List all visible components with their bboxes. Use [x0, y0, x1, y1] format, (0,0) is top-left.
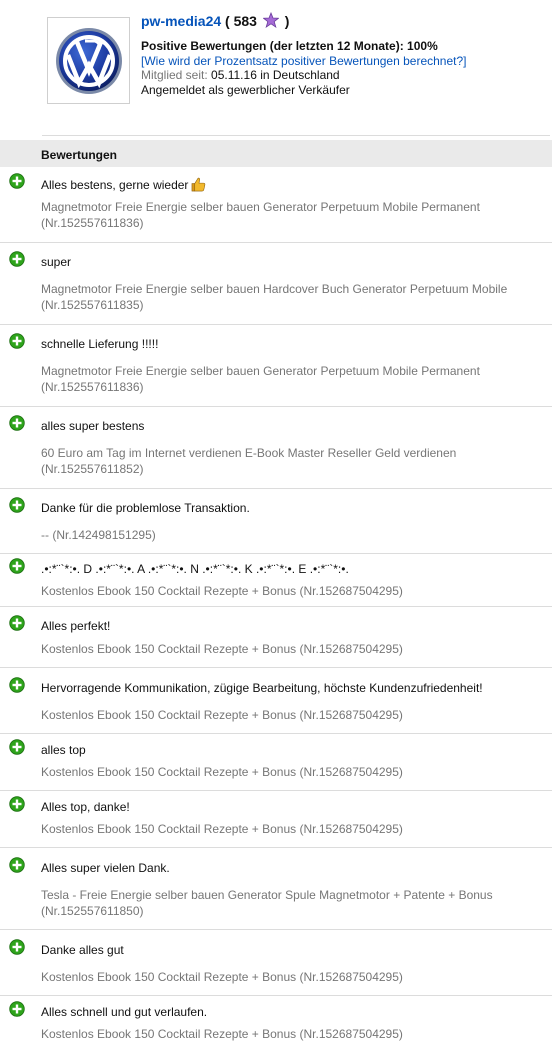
feedback-comment: Alles super vielen Dank.	[41, 861, 170, 876]
positive-rating-text: Positive Bewertungen (der letzten 12 Mon…	[141, 39, 438, 53]
feedback-comment-text: Alles perfekt!	[41, 619, 111, 633]
feedback-comment: .•:*¨`*:•. D .•:*¨`*:•. A .•:*¨`*:•. N .…	[41, 562, 349, 577]
feedback-item-title: Kostenlos Ebook 150 Cocktail Rezepte + B…	[41, 584, 403, 598]
feedback-row: Alles perfekt! Kostenlos Ebook 150 Cockta…	[0, 607, 552, 668]
calculation-help-link[interactable]: [Wie wird der Prozentsatz positiver Bewe…	[141, 54, 541, 68]
feedback-comment: Alles bestens, gerne wieder	[41, 177, 206, 193]
member-since-label: Mitglied seit:	[141, 68, 208, 82]
feedback-row: super Magnetmotor Freie Energie selber ba…	[0, 243, 552, 325]
positive-plus-icon	[9, 415, 25, 431]
feedback-item-title: Tesla - Freie Energie selber bauen Gener…	[41, 888, 493, 918]
feedback-row: Alles super vielen Dank. Tesla - Freie En…	[0, 848, 552, 930]
feedback-item-title: Kostenlos Ebook 150 Cocktail Rezepte + B…	[41, 822, 403, 836]
seller-info: pw-media24 ( 583 ) Positive Bewertungen …	[141, 12, 541, 98]
positive-plus-icon	[9, 497, 25, 513]
positive-plus-icon	[9, 796, 25, 812]
positive-plus-icon	[9, 1001, 25, 1017]
feedback-item-title: Kostenlos Ebook 150 Cocktail Rezepte + B…	[41, 1027, 403, 1041]
feedback-item-title: Kostenlos Ebook 150 Cocktail Rezepte + B…	[41, 970, 403, 984]
feedback-comment-text: Danke für die problemlose Transaktion.	[41, 501, 250, 515]
feedback-comment-text: Alles super vielen Dank.	[41, 861, 170, 875]
feedback-comment-text: Danke alles gut	[41, 943, 124, 957]
feedback-comment: alles top	[41, 743, 86, 758]
feedback-comment: Hervorragende Kommunikation, zügige Bear…	[41, 681, 483, 696]
feedback-item-title: 60 Euro am Tag im Internet verdienen E-B…	[41, 446, 457, 476]
feedback-row: alles super bestens 60 Euro am Tag im Int…	[0, 407, 552, 489]
feedback-comment-text: super	[41, 255, 72, 269]
feedback-comment-text: .•:*¨`*:•. D .•:*¨`*:•. A .•:*¨`*:•. N .…	[41, 562, 349, 576]
seller-type: Angemeldet als gewerblicher Verkäufer	[141, 83, 350, 97]
score-close: )	[284, 13, 290, 29]
feedback-row: .•:*¨`*:•. D .•:*¨`*:•. A .•:*¨`*:•. N .…	[0, 554, 552, 607]
seller-name-link[interactable]: pw-media24	[141, 13, 221, 29]
star-icon[interactable]	[262, 12, 279, 28]
feedback-comment-text: Alles top, danke!	[41, 800, 130, 814]
feedback-comment: schnelle Lieferung !!!!!	[41, 337, 158, 352]
member-since: Mitglied seit: 05.11.16 in Deutschland	[141, 68, 541, 83]
positive-plus-icon	[9, 857, 25, 873]
feedback-comment: alles super bestens	[41, 419, 144, 434]
feedback-comment: Alles schnell und gut verlaufen.	[41, 1005, 207, 1020]
feedback-row: Hervorragende Kommunikation, zügige Bear…	[0, 668, 552, 734]
feedback-item-title: -- (Nr.142498151295)	[41, 528, 156, 542]
feedback-row: Danke für die problemlose Transaktion. --…	[0, 489, 552, 554]
feedback-comment: Danke für die problemlose Transaktion.	[41, 501, 250, 516]
thumbs-up-icon	[192, 177, 206, 192]
positive-plus-icon	[9, 615, 25, 631]
feedback-score[interactable]: 583	[234, 13, 257, 29]
divider	[42, 135, 550, 136]
feedback-row: Alles schnell und gut verlaufen. Kostenlo…	[0, 996, 552, 1056]
feedback-comment-text: alles top	[41, 743, 86, 757]
feedback-item-title: Kostenlos Ebook 150 Cocktail Rezepte + B…	[41, 642, 403, 656]
positive-plus-icon	[9, 333, 25, 349]
seller-name-line: pw-media24 ( 583 )	[141, 12, 541, 30]
feedback-comment: Alles perfekt!	[41, 619, 110, 634]
positive-plus-icon	[9, 939, 25, 955]
score-open: (	[225, 13, 230, 29]
positive-plus-icon	[9, 558, 25, 574]
feedback-item-title: Magnetmotor Freie Energie selber bauen H…	[41, 282, 508, 312]
positive-plus-icon	[9, 677, 25, 693]
feedback-comment: super	[41, 255, 71, 270]
feedback-comment: Danke alles gut	[41, 943, 124, 958]
vw-logo-icon	[56, 28, 122, 94]
seller-logo[interactable]	[47, 17, 130, 104]
feedback-comment-text: Alles bestens, gerne wieder	[41, 178, 189, 192]
feedback-comment-text: Hervorragende Kommunikation, zügige Bear…	[41, 681, 483, 695]
feedback-item-title: Kostenlos Ebook 150 Cocktail Rezepte + B…	[41, 708, 403, 722]
feedback-item-title: Magnetmotor Freie Energie selber bauen G…	[41, 200, 480, 230]
feedback-row: Alles bestens, gerne wieder Magnetmotor F…	[0, 167, 552, 243]
feedback-section-title: Bewertungen	[0, 140, 552, 167]
feedback-comment-text: schnelle Lieferung !!!!!	[41, 337, 159, 351]
member-since-value: 05.11.16 in Deutschland	[211, 68, 340, 82]
feedback-item-title: Kostenlos Ebook 150 Cocktail Rezepte + B…	[41, 765, 403, 779]
feedback-comment: Alles top, danke!	[41, 800, 130, 815]
feedback-row: Alles top, danke! Kostenlos Ebook 150 Coc…	[0, 791, 552, 848]
positive-plus-icon	[9, 251, 25, 267]
feedback-comment-text: Alles schnell und gut verlaufen.	[41, 1005, 208, 1019]
feedback-row: schnelle Lieferung !!!!! Magnetmotor Frei…	[0, 325, 552, 407]
seller-header: pw-media24 ( 583 ) Positive Bewertungen …	[0, 0, 552, 138]
positive-plus-icon	[9, 739, 25, 755]
feedback-comment-text: alles super bestens	[41, 419, 145, 433]
positive-plus-icon	[9, 173, 25, 189]
feedback-row: alles top Kostenlos Ebook 150 Cocktail Re…	[0, 734, 552, 791]
feedback-item-title: Magnetmotor Freie Energie selber bauen G…	[41, 364, 480, 394]
feedback-row: Danke alles gut Kostenlos Ebook 150 Cockt…	[0, 930, 552, 996]
